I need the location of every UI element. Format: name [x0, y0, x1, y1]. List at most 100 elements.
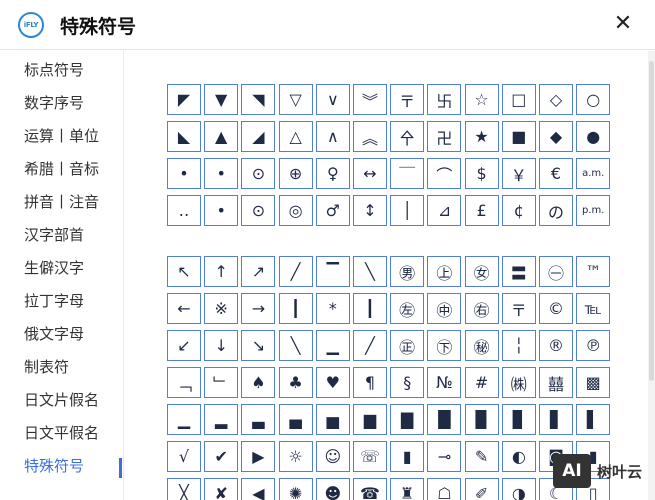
symbol-cell[interactable]: 〓 [501, 256, 536, 287]
symbol-cell[interactable]: ▊ [501, 404, 536, 435]
symbol-cell[interactable]: ¶ [353, 367, 387, 398]
symbol-cell[interactable]: ‥ [167, 195, 201, 226]
symbol-cell[interactable]: ℗ [576, 330, 611, 361]
symbol-cell[interactable]: ㈱ [501, 367, 536, 398]
symbol-cell[interactable]: ▇ [390, 404, 425, 435]
sidebar-item[interactable]: 特殊符号 [24, 455, 84, 476]
symbol-cell[interactable]: ☏ [353, 441, 387, 472]
symbol-cell[interactable]: △ [278, 121, 313, 152]
sidebar-item[interactable]: 日文片假名 [24, 389, 99, 410]
symbol-cell[interactable]: • [167, 158, 201, 189]
symbol-cell[interactable]: ✐ [464, 478, 499, 500]
symbol-cell[interactable]: § [390, 367, 425, 398]
symbol-cell[interactable]: ⌒ [427, 158, 462, 189]
symbol-cell[interactable]: ㊙ [464, 330, 499, 361]
symbol-cell[interactable]: $ [464, 158, 499, 189]
symbol-cell[interactable]: ￥ [501, 158, 536, 189]
symbol-cell[interactable]: ♜ [390, 478, 425, 500]
symbol-cell[interactable]: № [427, 367, 462, 398]
symbol-cell[interactable]: ⊙ [241, 158, 276, 189]
sidebar-item[interactable]: 生僻汉字 [24, 257, 84, 278]
symbol-cell[interactable]: ✎ [464, 441, 499, 472]
symbol-cell[interactable]: ® [539, 330, 573, 361]
symbol-cell[interactable]: ╱ [353, 330, 387, 361]
sidebar-item[interactable]: 俄文字母 [24, 323, 84, 344]
symbol-cell[interactable]: ◤ [167, 84, 201, 115]
symbol-cell[interactable]: ▮ [390, 441, 425, 472]
symbol-cell[interactable]: ↖ [167, 256, 201, 287]
symbol-cell[interactable]: ▉ [464, 404, 499, 435]
symbol-cell[interactable]: ㊦ [427, 330, 462, 361]
symbol-cell[interactable]: ☺ [315, 441, 350, 472]
symbol-cell[interactable]: ▁ [315, 330, 350, 361]
symbol-cell[interactable]: ⊙ [241, 195, 276, 226]
symbol-cell[interactable]: ㊛ [464, 256, 499, 287]
symbol-cell[interactable]: # [464, 367, 499, 398]
symbol-cell[interactable]: ▔ [315, 256, 350, 287]
symbol-cell[interactable]: ♣ [278, 367, 313, 398]
symbol-cell[interactable]: ┃ [353, 293, 387, 324]
symbol-cell[interactable]: ☼ [278, 441, 313, 472]
sidebar-item[interactable]: 数字序号 [24, 92, 84, 113]
symbol-cell[interactable]: ▩ [576, 367, 611, 398]
symbol-cell[interactable]: ▆ [353, 404, 387, 435]
symbol-cell[interactable]: ￣ [390, 158, 425, 189]
symbol-cell[interactable]: ■ [501, 121, 536, 152]
scrollbar[interactable] [648, 51, 655, 500]
symbol-cell[interactable]: 〒 [501, 293, 536, 324]
symbol-cell[interactable]: ㊤ [427, 256, 462, 287]
symbol-cell[interactable]: ◢ [241, 121, 276, 152]
symbol-cell[interactable]: ▌ [576, 404, 611, 435]
symbol-cell[interactable]: ☆ [464, 84, 499, 115]
symbol-cell[interactable]: → [241, 293, 276, 324]
symbol-cell[interactable]: ◆ [539, 121, 573, 152]
symbol-cell[interactable]: ¢ [501, 195, 536, 226]
symbol-cell[interactable]: ▂ [204, 404, 239, 435]
symbol-cell[interactable]: ⊸ [427, 441, 462, 472]
symbol-cell[interactable]: ㊀ [539, 256, 573, 287]
sidebar-item[interactable]: 标点符号 [24, 59, 84, 80]
sidebar-item[interactable]: 运算丨单位 [24, 125, 99, 146]
symbol-cell[interactable]: の [539, 195, 573, 226]
symbol-cell[interactable]: ↔ [353, 158, 387, 189]
sidebar-item[interactable]: 拉丁字母 [24, 290, 84, 311]
symbol-cell[interactable]: ™ [576, 256, 611, 287]
symbol-cell[interactable]: 卐 [427, 84, 462, 115]
symbol-cell[interactable]: ╎ [501, 330, 536, 361]
symbol-cell[interactable]: ↘ [241, 330, 276, 361]
symbol-cell[interactable]: ▁ [167, 404, 201, 435]
symbol-cell[interactable]: ▼ [204, 84, 239, 115]
sidebar-item[interactable]: 汉字部首 [24, 224, 84, 245]
symbol-cell[interactable]: ▅ [315, 404, 350, 435]
symbol-cell[interactable]: ▃ [241, 404, 276, 435]
symbol-cell[interactable]: □ [501, 84, 536, 115]
symbol-cell[interactable]: ㊥ [427, 293, 462, 324]
symbol-cell[interactable]: ☖ [427, 478, 462, 500]
symbol-cell[interactable]: ✺ [278, 478, 313, 500]
symbol-cell[interactable]: ↑ [204, 256, 239, 287]
symbol-cell[interactable]: ┃ [278, 293, 313, 324]
symbol-cell[interactable]: ▲ [204, 121, 239, 152]
symbol-cell[interactable]: ※ [204, 293, 239, 324]
symbol-cell[interactable]: ◥ [241, 84, 276, 115]
symbol-cell[interactable]: ◀ [241, 478, 276, 500]
symbol-cell[interactable]: • [204, 195, 239, 226]
symbol-cell[interactable]: £ [464, 195, 499, 226]
close-icon[interactable]: ✕ [611, 13, 635, 37]
symbol-cell[interactable]: • [204, 158, 239, 189]
symbol-cell[interactable]: ℡ [576, 293, 611, 324]
symbol-cell[interactable]: █ [427, 404, 462, 435]
symbol-cell[interactable]: 囍 [539, 367, 573, 398]
symbol-cell[interactable]: ╲ [353, 256, 387, 287]
symbol-cell[interactable]: ♥ [315, 367, 350, 398]
symbol-cell[interactable]: ← [167, 293, 201, 324]
symbol-cell[interactable]: * [315, 293, 350, 324]
symbol-cell[interactable]: ㊣ [390, 330, 425, 361]
symbol-cell[interactable]: ∧ [315, 121, 350, 152]
symbol-cell[interactable]: ◣ [167, 121, 201, 152]
symbol-cell[interactable]: ︾ [353, 84, 387, 115]
symbol-cell[interactable]: ◇ [539, 84, 573, 115]
symbol-cell[interactable]: ╲ [278, 330, 313, 361]
sidebar-item[interactable]: 拼音丨注音 [24, 191, 99, 212]
symbol-cell[interactable]: ↗ [241, 256, 276, 287]
